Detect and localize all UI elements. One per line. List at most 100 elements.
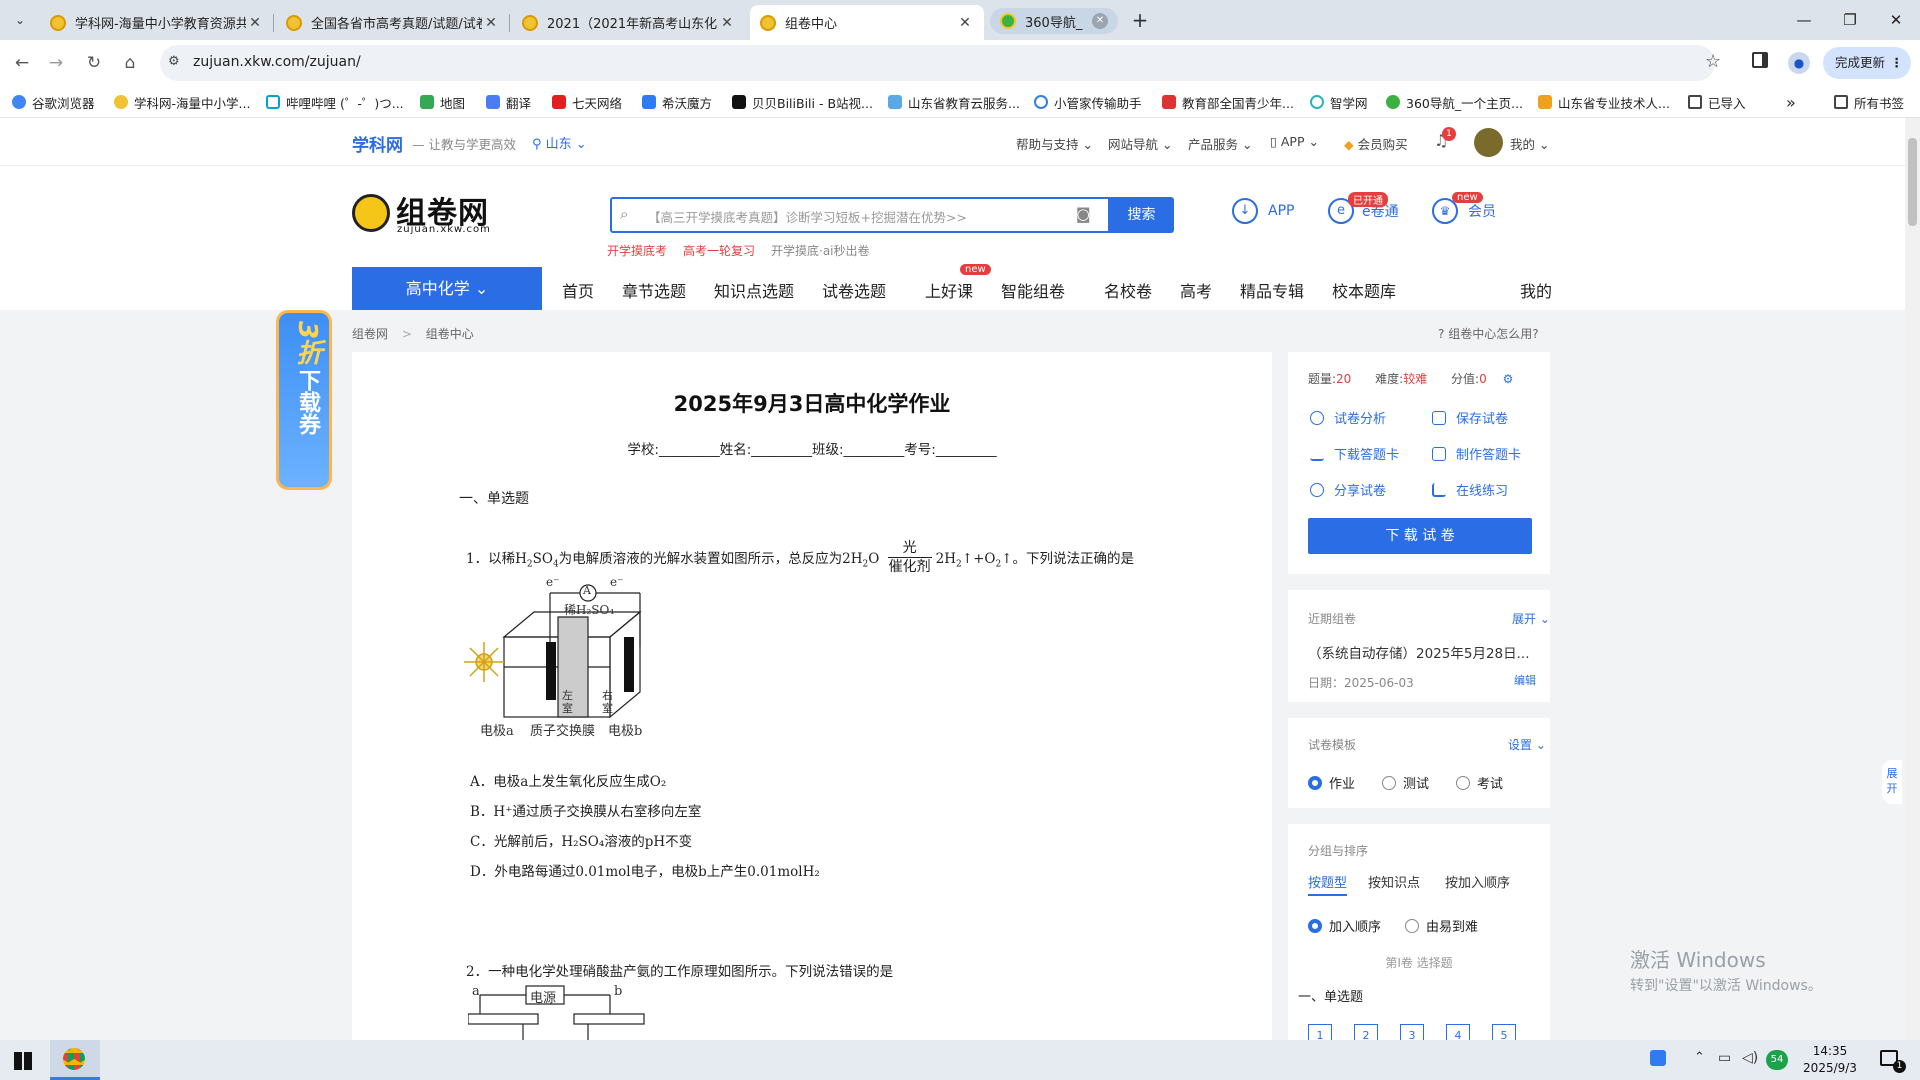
template-settings[interactable]: 设置 ⌄	[1508, 736, 1546, 753]
bookmark-item[interactable]: 七天网络	[552, 92, 622, 112]
help-menu[interactable]: 帮助与支持 ⌄	[1016, 134, 1093, 153]
clock[interactable]: 14:35 2025/9/3	[1800, 1043, 1860, 1077]
bookmark-item[interactable]: 智学网	[1310, 92, 1368, 112]
question-number-button[interactable]: 4	[1446, 1024, 1470, 1040]
make-answer-sheet-link[interactable]: 制作答题卡	[1432, 444, 1521, 463]
paper-analysis-link[interactable]: 试卷分析	[1310, 408, 1386, 427]
more-bookmarks-icon[interactable]: »	[1786, 92, 1796, 112]
question-number-button[interactable]: 5	[1492, 1024, 1516, 1040]
zujuan-logo[interactable]: 组卷网 zujuan.xkw.com	[352, 192, 502, 236]
region-selector[interactable]: ⚲ 山东 ⌄	[532, 133, 587, 152]
hot-link[interactable]: 高考一轮复习	[683, 242, 755, 259]
bookmark-item[interactable]: 哔哩哔哩 (゜-゜)つ...	[266, 92, 404, 112]
member-link[interactable]: ♛ 会员 new	[1432, 192, 1496, 224]
subject-selector[interactable]: 高中化学 ⌄	[352, 267, 542, 310]
scrollbar-thumb[interactable]	[1908, 138, 1917, 226]
breadcrumb-home[interactable]: 组卷网	[352, 327, 388, 341]
download-paper-button[interactable]: 下 载 试 卷	[1308, 518, 1532, 554]
online-practice-link[interactable]: 在线练习	[1432, 480, 1508, 499]
nav-famous[interactable]: 名校卷	[1104, 278, 1152, 302]
order-added-radio[interactable]: 加入顺序	[1308, 916, 1381, 935]
network-icon[interactable]: ▭	[1718, 1050, 1731, 1066]
question-number-button[interactable]: 3	[1400, 1024, 1424, 1040]
site-nav-menu[interactable]: 网站导航 ⌄	[1108, 134, 1172, 153]
bookmark-item[interactable]: 学科网-海量中小学...	[114, 92, 250, 112]
nav-smart[interactable]: 智能组卷	[1001, 278, 1065, 302]
bookmark-item[interactable]: 翻译	[486, 92, 531, 112]
close-tab-icon[interactable]: ✕	[1092, 13, 1108, 29]
reload-icon[interactable]: ↻	[80, 49, 108, 77]
question-1[interactable]: 1．以稀H2SO4为电解质溶液的光解水装置如图所示，总反应为2H2O 光 催化剂…	[466, 540, 1134, 577]
bookmark-item[interactable]: 教育部全国青少年...	[1162, 92, 1294, 112]
nav-lesson[interactable]: 上好课	[925, 278, 973, 302]
profile-icon[interactable]: ●	[1788, 52, 1810, 74]
paper-title[interactable]: 2025年9月3日高中化学作业	[352, 388, 1272, 418]
option-c[interactable]: C．光解前后，H₂SO₄溶液的pH不变	[470, 830, 692, 850]
template-exam-radio[interactable]: 考试	[1456, 773, 1503, 792]
download-answer-sheet-link[interactable]: 下载答题卡	[1310, 444, 1399, 463]
close-tab-icon[interactable]: ✕	[246, 15, 264, 31]
group-by-type-tab[interactable]: 按题型	[1308, 872, 1348, 896]
maximize-button[interactable]: ❐	[1830, 6, 1870, 34]
recent-edit[interactable]: 编辑	[1514, 672, 1536, 688]
page-scrollbar[interactable]	[1905, 118, 1920, 1040]
settings-gear-icon[interactable]: ⚙	[1503, 372, 1514, 386]
new-tab-button[interactable]: +	[1127, 8, 1153, 34]
browser-tab-active[interactable]: 组卷中心 ✕	[750, 5, 984, 40]
close-window-button[interactable]: ✕	[1876, 6, 1916, 34]
ejuan-link[interactable]: e e卷通 已开通	[1328, 192, 1399, 224]
hot-link[interactable]: 开学摸底考	[607, 242, 667, 259]
nav-knowledge[interactable]: 知识点选题	[714, 278, 794, 302]
search-input[interactable]: 【高三开学摸底考真题】诊断学习短板+挖掘潜在优势>>	[648, 207, 967, 226]
search-button[interactable]: 搜索	[1109, 197, 1174, 233]
user-menu[interactable]: 我的 ⌄	[1510, 134, 1549, 153]
browser-tab[interactable]: 学科网-海量中小学教育资源共享 ✕	[40, 5, 274, 40]
template-test-radio[interactable]: 测试	[1382, 773, 1429, 792]
nav-chapter[interactable]: 章节选题	[622, 278, 686, 302]
browser-tab[interactable]: 全国各省市高考真题/试题/试卷 ✕	[276, 5, 510, 40]
close-tab-icon[interactable]: ✕	[718, 15, 736, 31]
nav-gaokao[interactable]: 高考	[1180, 278, 1212, 302]
nav-album[interactable]: 精品专辑	[1240, 278, 1304, 302]
tab-search-button[interactable]: ⌄	[6, 7, 34, 33]
group-by-knowledge-tab[interactable]: 按知识点	[1368, 872, 1420, 891]
forward-icon[interactable]: →	[42, 49, 70, 77]
browser-tab[interactable]: 2021（2021年新高考山东化学 ✕	[512, 5, 746, 40]
hot-link[interactable]: 开学摸底·ai秒出卷	[771, 242, 870, 259]
bookmark-item[interactable]: 小管家传输助手	[1034, 92, 1142, 112]
template-homework-radio[interactable]: 作业	[1308, 773, 1355, 792]
chrome-taskbar-icon[interactable]	[50, 1040, 100, 1080]
question-number-button[interactable]: 1	[1308, 1024, 1332, 1040]
volume-icon[interactable]: ◁)	[1742, 1050, 1758, 1066]
xkw-logo[interactable]: 学科网	[352, 131, 403, 156]
minimize-button[interactable]: —	[1784, 6, 1824, 34]
recent-item[interactable]: （系统自动存储）2025年5月28日...	[1308, 642, 1530, 662]
tray-badge[interactable]: 54	[1766, 1050, 1788, 1070]
close-tab-icon[interactable]: ✕	[482, 15, 500, 31]
browser-tab[interactable]: 360导航_ ✕	[990, 8, 1118, 34]
option-a[interactable]: A．电极a上发生氧化反应生成O₂	[470, 770, 666, 790]
windows-start-icon[interactable]	[14, 1052, 32, 1070]
bookmark-star-icon[interactable]: ☆	[1705, 51, 1721, 72]
bookmark-item[interactable]: 山东省教育云服务...	[888, 92, 1020, 112]
coupon-banner[interactable]: 3折 下载券	[276, 310, 332, 490]
avatar[interactable]	[1474, 128, 1503, 157]
close-tab-icon[interactable]: ✕	[956, 15, 974, 31]
question-number-button[interactable]: 2	[1354, 1024, 1378, 1040]
help-link[interactable]: ? 组卷中心怎么用?	[1438, 325, 1539, 342]
side-panel-icon[interactable]	[1752, 52, 1768, 68]
update-button[interactable]: 完成更新 ⋮	[1823, 47, 1911, 79]
group-by-order-tab[interactable]: 按加入顺序	[1445, 872, 1510, 891]
share-paper-link[interactable]: 分享试卷	[1310, 480, 1386, 499]
site-info-icon[interactable]: ⚙	[168, 54, 180, 69]
nav-mine[interactable]: 我的	[1520, 278, 1552, 302]
tray-expand-icon[interactable]: ⌃	[1694, 1050, 1705, 1065]
search-box[interactable]: ⌕ 【高三开学摸底考真题】诊断学习短板+挖掘潜在优势>> ◙	[610, 197, 1110, 233]
product-menu[interactable]: 产品服务 ⌄	[1188, 134, 1252, 153]
nav-home[interactable]: 首页	[562, 278, 594, 302]
option-b[interactable]: B．H⁺通过质子交换膜从右室移向左室	[470, 800, 701, 820]
bookmark-item[interactable]: 希沃魔方	[642, 92, 712, 112]
back-icon[interactable]: ←	[8, 49, 36, 77]
app-menu[interactable]: ▯ APP ⌄	[1270, 134, 1319, 149]
bookmark-item[interactable]: 360导航_一个主页...	[1386, 92, 1523, 112]
